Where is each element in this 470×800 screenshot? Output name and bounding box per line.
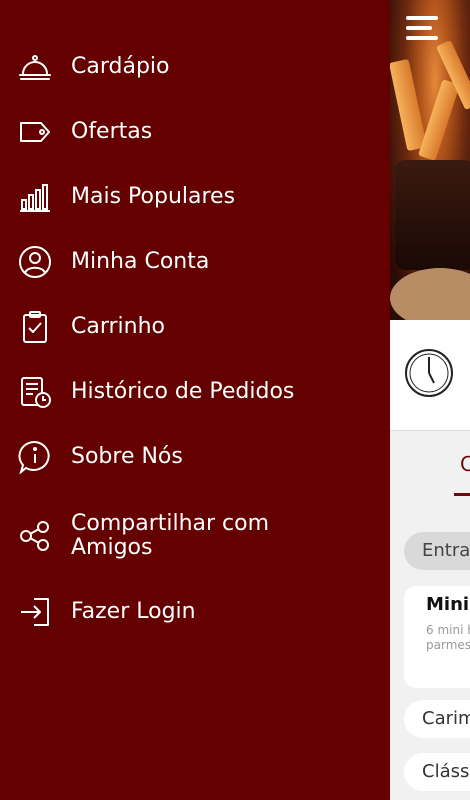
hamburger-menu-icon[interactable] <box>406 16 438 42</box>
menu-item-label: Cardápio <box>71 54 170 79</box>
clipboard-check-icon <box>18 310 52 344</box>
tag-icon <box>18 115 52 149</box>
menu-item-carrinho[interactable]: Carrinho <box>0 300 390 354</box>
user-circle-icon <box>18 245 52 279</box>
menu-item-label: Compartilhar com Amigos <box>71 511 270 560</box>
product-card[interactable]: Mini 6 mini h parmes <box>404 586 470 688</box>
menu-item-fazer-login[interactable]: Fazer Login <box>0 585 390 639</box>
receipt-clock-icon <box>18 375 52 409</box>
menu-item-label: Minha Conta <box>71 249 210 274</box>
product-title: Mini <box>426 594 470 615</box>
category-tab[interactable]: C <box>460 452 470 476</box>
menu-item-label: Ofertas <box>71 119 153 144</box>
menu-item-ofertas[interactable]: Ofertas <box>0 105 390 159</box>
login-icon <box>18 595 52 629</box>
navigation-drawer: Cardápio Ofertas Mais Populares Minha Co… <box>0 0 390 800</box>
info-bubble-icon <box>18 440 52 474</box>
category-pill[interactable]: Cláss <box>404 753 470 791</box>
hero-image <box>390 0 470 320</box>
menu-item-compartilhar[interactable]: Compartilhar com Amigos <box>0 509 390 563</box>
menu-item-label: Fazer Login <box>71 599 196 624</box>
menu-item-mais-populares[interactable]: Mais Populares <box>0 170 390 224</box>
clock-icon <box>405 349 453 397</box>
menu-item-label: Histórico de Pedidos <box>71 379 295 404</box>
category-pill[interactable]: Carim <box>404 700 470 738</box>
share-icon <box>18 519 52 553</box>
tab-indicator <box>454 493 470 496</box>
menu-item-sobre-nos[interactable]: Sobre Nós <box>0 430 390 484</box>
product-description: 6 mini h parmes <box>426 623 470 652</box>
menu-item-cardapio[interactable]: Cardápio <box>0 40 390 94</box>
bar-chart-icon <box>18 180 52 214</box>
hours-card <box>390 320 470 431</box>
menu-item-label: Carrinho <box>71 314 166 339</box>
menu-item-historico-pedidos[interactable]: Histórico de Pedidos <box>0 365 390 419</box>
menu-item-label: Mais Populares <box>71 184 236 209</box>
background-app: C Entra Mini 6 mini h parmes Carim Cláss <box>390 0 470 800</box>
menu-item-label: Sobre Nós <box>71 444 183 469</box>
menu-item-minha-conta[interactable]: Minha Conta <box>0 235 390 289</box>
cloche-icon <box>18 50 52 84</box>
category-chip[interactable]: Entra <box>404 532 470 570</box>
